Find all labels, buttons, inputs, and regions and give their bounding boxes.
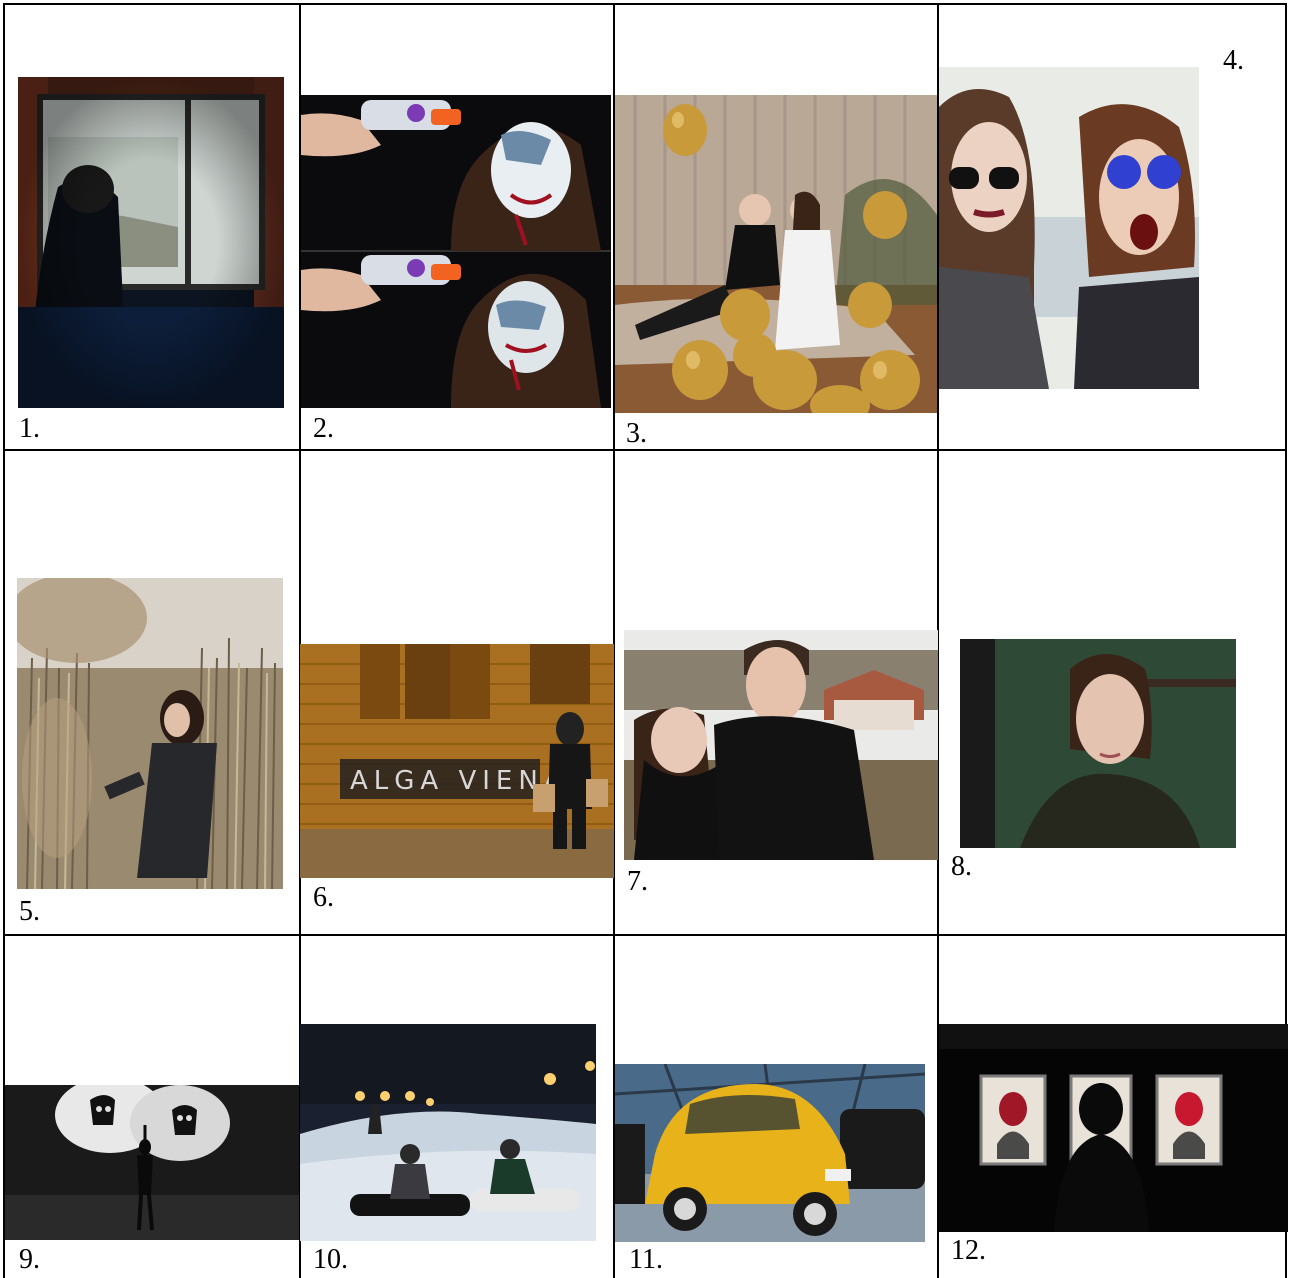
photo-label-11: 11.	[629, 1244, 663, 1275]
photo-label-9: 9.	[19, 1244, 40, 1275]
table-border-row1	[3, 449, 1287, 451]
photo-7	[624, 630, 938, 860]
photo-label-8: 8.	[951, 851, 972, 882]
photo-label-1: 1.	[19, 413, 40, 444]
photo-1	[18, 77, 284, 408]
photo-5	[17, 578, 283, 889]
photo-label-2: 2.	[313, 413, 334, 444]
photo-3	[615, 95, 937, 413]
photo-8	[960, 639, 1236, 848]
photo-11	[615, 1064, 925, 1242]
photo-12	[939, 1024, 1288, 1232]
table-border-top	[3, 3, 1287, 5]
photo-9	[5, 1085, 299, 1240]
photo-label-3: 3.	[626, 418, 647, 449]
photo-label-5: 5.	[19, 896, 40, 927]
photo-label-10: 10.	[313, 1244, 348, 1275]
photo-4	[939, 67, 1199, 389]
photo-6: ALGA VIENA	[300, 644, 614, 878]
photo-label-6: 6.	[313, 882, 334, 913]
photo-label-7: 7.	[627, 866, 648, 897]
photo-10	[300, 1024, 596, 1241]
photo-label-12: 12.	[951, 1235, 986, 1266]
table-border-row2	[3, 934, 1287, 936]
photo-label-4: 4.	[1223, 45, 1244, 76]
photo-2	[301, 95, 611, 408]
